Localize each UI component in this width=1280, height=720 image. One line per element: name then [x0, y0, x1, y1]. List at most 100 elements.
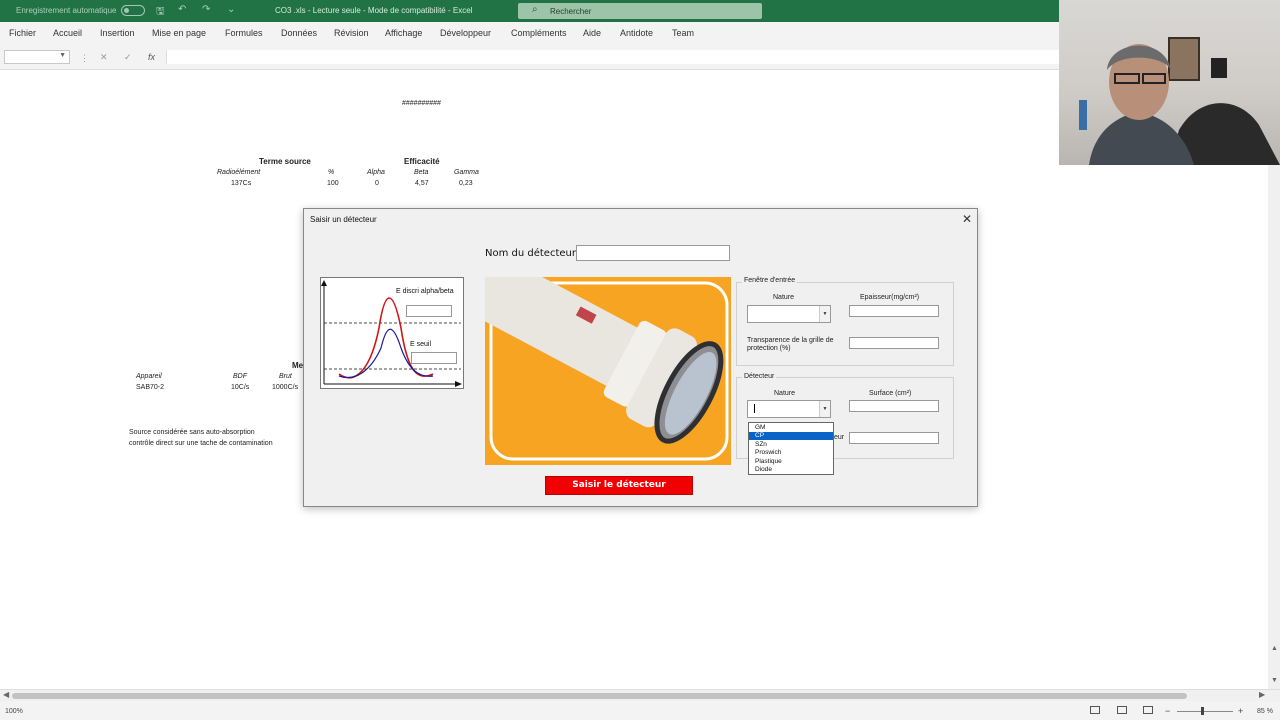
cell-beta: 4,57 [415, 180, 429, 187]
detecteur-title: Détecteur [742, 373, 777, 380]
option-plastique[interactable]: Plastique [749, 458, 833, 466]
chevron-down-icon[interactable]: ▼ [59, 52, 66, 59]
tab-fichier[interactable]: Fichier [9, 28, 36, 38]
header-bdf: BDF [233, 373, 247, 380]
tab-affichage[interactable]: Affichage [385, 28, 422, 38]
zoom-slider[interactable] [1177, 711, 1233, 712]
page-layout-view-icon[interactable] [1117, 706, 1127, 714]
fenetre-entree-group [736, 282, 954, 366]
tab-aide[interactable]: Aide [583, 28, 601, 38]
cell-gamma: 0,23 [459, 180, 473, 187]
spectrum-graph: E discri alpha/beta E seuil [320, 277, 464, 389]
scroll-down-icon[interactable]: ▼ [1271, 677, 1278, 684]
detector-photo [485, 277, 731, 465]
saisir-detecteur-dialog: Saisir un détecteur ✕ Nom du détecteur E… [303, 208, 978, 507]
fenetre-nature-label: Nature [773, 294, 795, 301]
customize-toolbar-icon[interactable]: ⌄ [227, 4, 235, 15]
tab-accueil[interactable]: Accueil [53, 28, 82, 38]
tab-mise-en-page[interactable]: Mise en page [152, 28, 206, 38]
terme-source-heading: Terme source [259, 157, 311, 166]
detecteur-nature-label: Nature [774, 390, 796, 397]
option-proswich[interactable]: Proswich [749, 449, 833, 457]
efficacite-heading: Efficacité [404, 157, 440, 166]
header-beta: Beta [414, 169, 429, 176]
tab-team[interactable]: Team [672, 28, 694, 38]
cell-alpha: 0 [375, 180, 379, 187]
fenetre-nature-select[interactable]: ▼ [747, 305, 831, 323]
hidden-field-label: eur [834, 434, 845, 441]
zoom-in-button[interactable]: + [1238, 706, 1243, 716]
close-icon[interactable]: ✕ [962, 212, 972, 226]
cell-brut: 1000C/s [272, 384, 299, 391]
webcam-overlay [1059, 0, 1280, 165]
transparence-label: Transparence de la grille de protection … [747, 337, 834, 352]
seuil-label: E seuil [410, 341, 432, 348]
detector-name-label: Nom du détecteur [485, 248, 576, 259]
epaisseur-input[interactable] [849, 305, 939, 317]
enter-icon[interactable]: ✓ [124, 52, 132, 63]
tab-developpeur[interactable]: Développeur [440, 28, 491, 38]
document-title: CO3 .xls - Lecture seule - Mode de compa… [275, 6, 473, 15]
header-appareil: Appareil [136, 373, 162, 380]
webcam-person-image [1079, 37, 1280, 165]
tab-revision[interactable]: Révision [334, 28, 369, 38]
vertical-scrollbar[interactable]: ▲ ▼ [1268, 165, 1280, 689]
surface-label: Surface (cm²) [869, 390, 912, 397]
zoom-out-button[interactable]: − [1165, 706, 1170, 716]
page-break-view-icon[interactable] [1143, 706, 1153, 714]
note-line-2: contrôle direct sur une tache de contami… [129, 440, 273, 447]
detector-name-input[interactable] [576, 245, 730, 261]
option-cp[interactable]: CP [749, 432, 833, 440]
status-bar: 100% − + 85 % [0, 701, 1280, 720]
horizontal-scroll-thumb[interactable] [12, 693, 1187, 699]
cell-percent: 100 [327, 180, 339, 187]
save-icon[interactable]: 🖫 [156, 4, 165, 21]
header-alpha: Alpha [367, 169, 385, 176]
hash-cell: ########## [402, 100, 441, 107]
zoom-slider-knob[interactable] [1201, 707, 1204, 715]
header-brut: Brut [279, 373, 292, 380]
detecteur-nature-select[interactable]: ▼ [747, 400, 831, 418]
tab-formules[interactable]: Formules [225, 28, 263, 38]
transparence-input[interactable] [849, 337, 939, 349]
scroll-right-icon[interactable]: ▶ [1259, 690, 1265, 699]
discri-input[interactable] [406, 305, 452, 317]
dialog-title: Saisir un détecteur [310, 215, 377, 224]
scroll-up-icon[interactable]: ▲ [1271, 645, 1278, 652]
surface-input[interactable] [849, 400, 939, 412]
name-box[interactable]: ▼ [4, 50, 70, 64]
cell-appareil: SAB70-2 [136, 384, 165, 391]
chevron-down-icon[interactable]: ▼ [819, 306, 830, 322]
detecteur-nature-dropdown[interactable]: GM CP SZn Proswich Plastique Diode [748, 422, 834, 475]
fx-icon[interactable]: fx [148, 52, 155, 62]
horizontal-scrollbar[interactable]: ◀ ▶ [0, 689, 1280, 701]
scroll-left-icon[interactable]: ◀ [3, 690, 9, 699]
saisir-detecteur-button[interactable]: Saisir le détecteur [545, 476, 693, 495]
option-szn[interactable]: SZn [749, 441, 833, 449]
tab-insertion[interactable]: Insertion [100, 28, 135, 38]
search-box[interactable]: ⌕ Rechercher [518, 3, 762, 19]
zoom-level-left: 100% [5, 708, 23, 715]
fenetre-entree-title: Fenêtre d'entrée [742, 277, 798, 284]
zoom-level-right[interactable]: 85 % [1257, 708, 1273, 715]
tab-antidote[interactable]: Antidote [620, 28, 653, 38]
cell-bdf: 10C/s [231, 384, 250, 391]
discri-label: E discri alpha/beta [396, 288, 454, 295]
hidden-field-input[interactable] [849, 432, 939, 444]
text-caret [754, 404, 755, 413]
chevron-down-icon[interactable]: ▼ [819, 401, 830, 417]
tab-complements[interactable]: Compléments [511, 28, 567, 38]
tab-donnees[interactable]: Données [281, 28, 317, 38]
redo-icon[interactable]: ↷ [202, 4, 210, 15]
seuil-input[interactable] [411, 352, 457, 364]
cancel-icon[interactable]: ✕ [100, 52, 108, 63]
detector-probe-image [485, 277, 729, 461]
formula-bar-separator: ⋮ [80, 53, 89, 63]
autosave-toggle[interactable] [121, 5, 145, 16]
normal-view-icon[interactable] [1090, 706, 1100, 714]
search-placeholder: Rechercher [550, 7, 592, 16]
epaisseur-label: Epaisseur(mg/cm²) [860, 294, 920, 301]
option-diode[interactable]: Diode [749, 466, 833, 474]
undo-icon[interactable]: ↶ [178, 4, 186, 15]
option-gm[interactable]: GM [749, 424, 833, 432]
